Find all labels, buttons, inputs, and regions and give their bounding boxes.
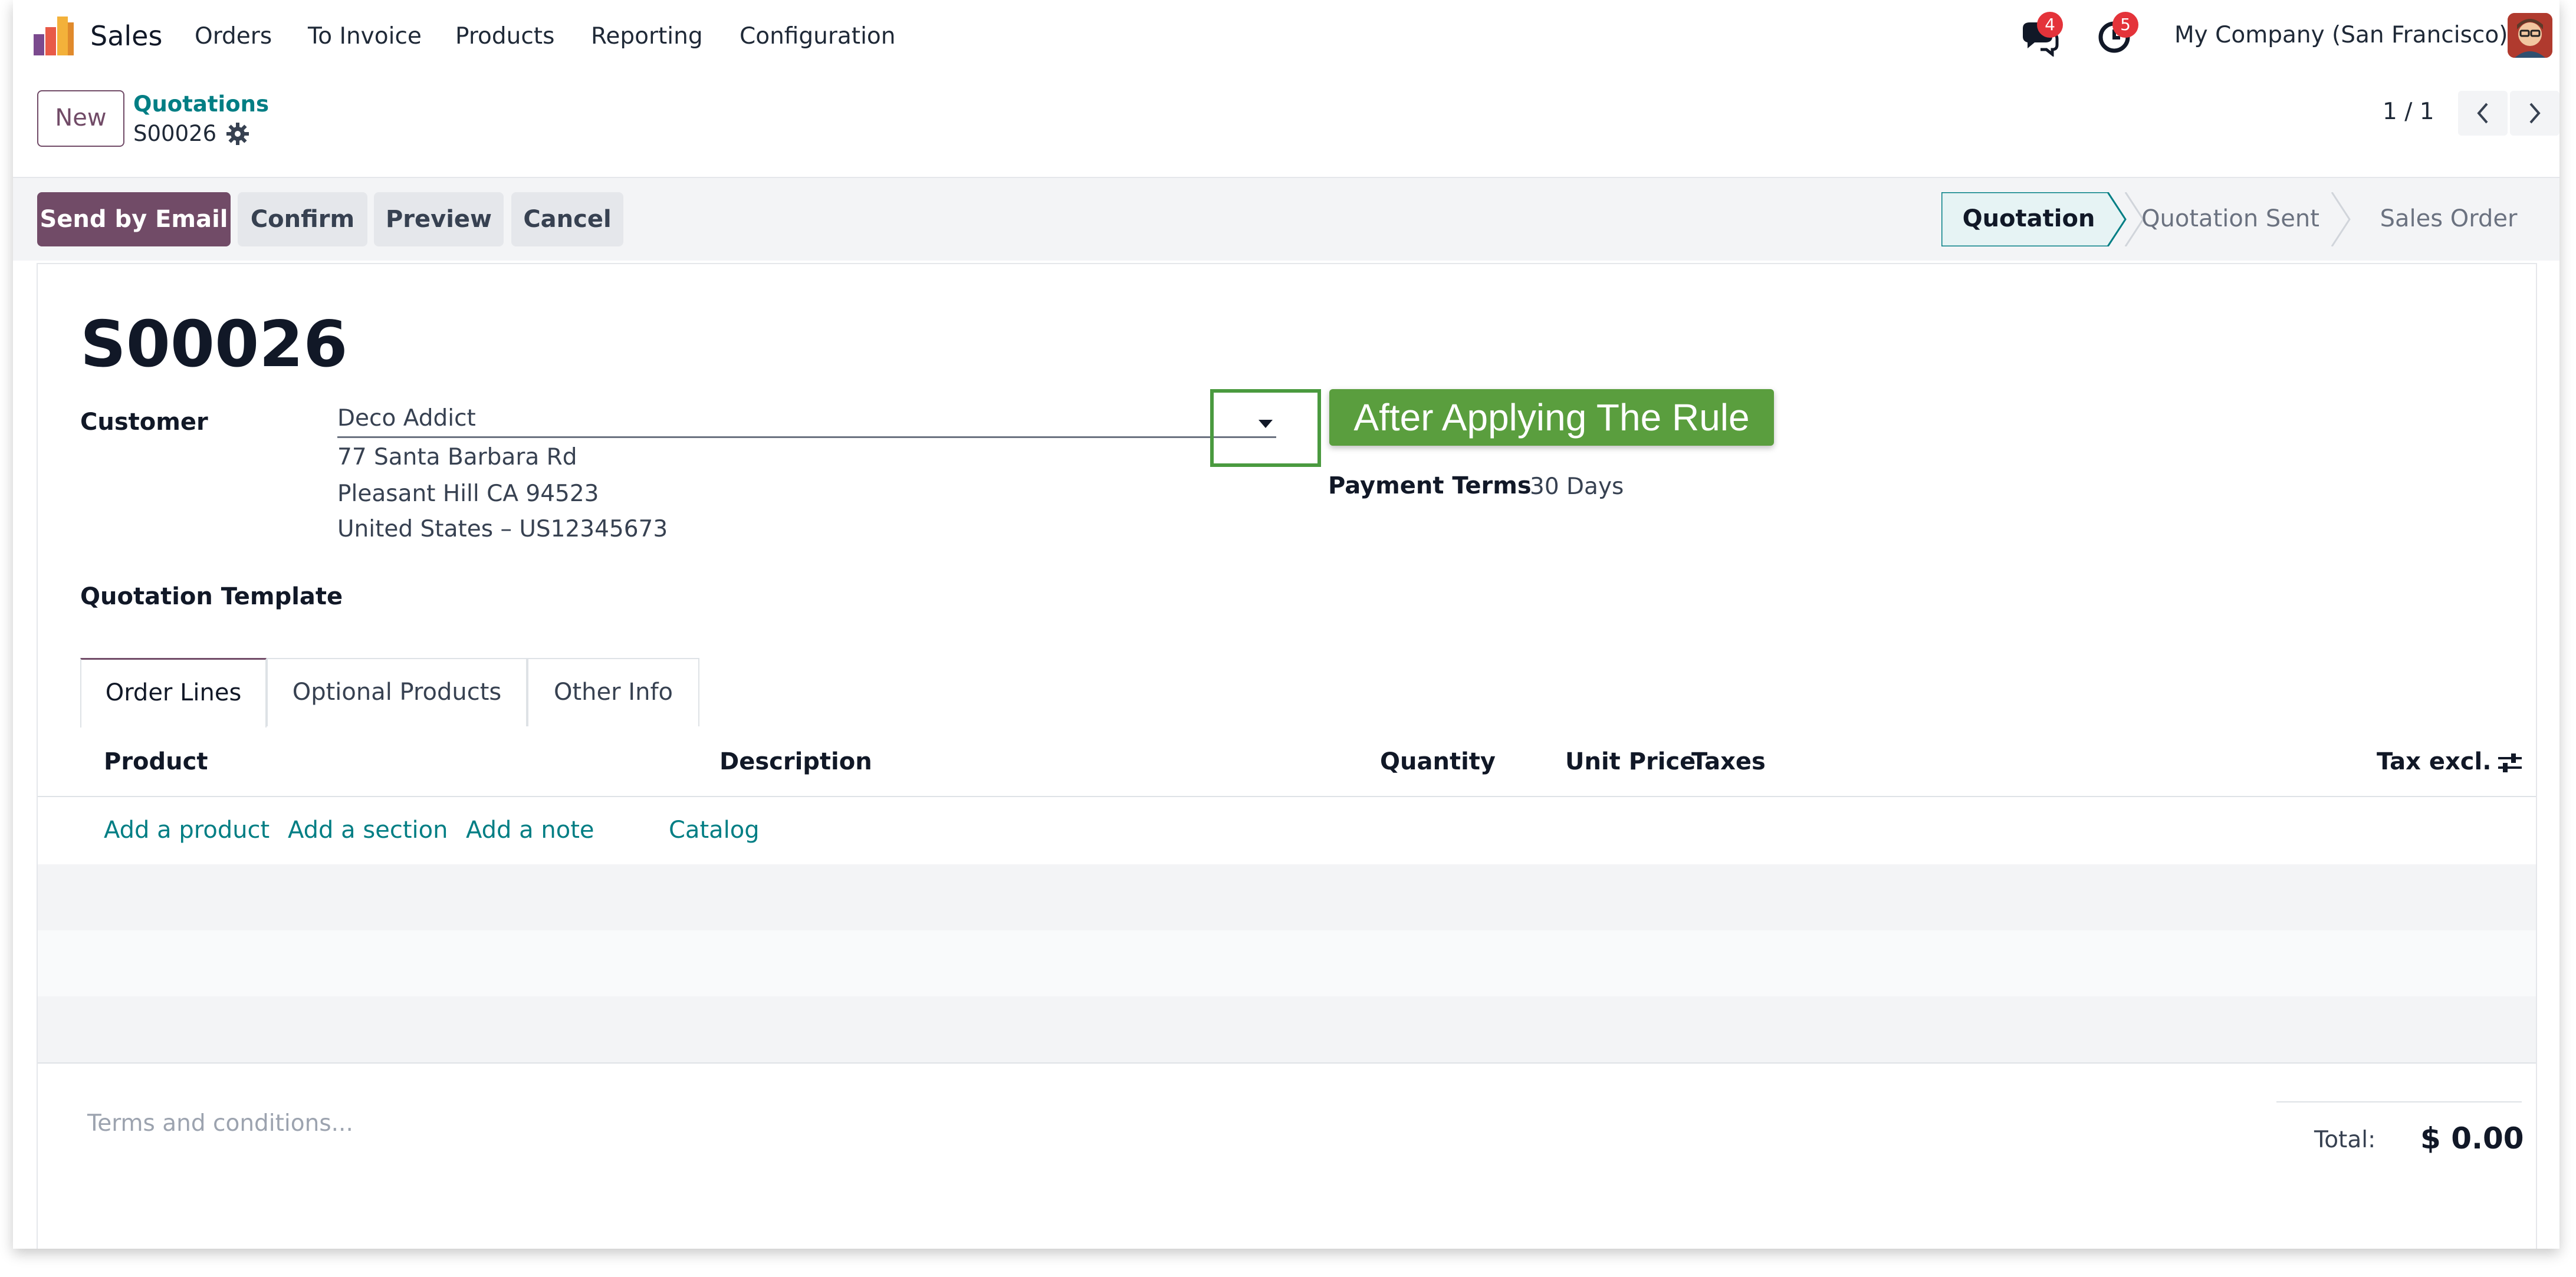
customer-value: Deco Addict xyxy=(337,405,476,432)
status-step-sales-order[interactable]: Sales Order xyxy=(2331,192,2518,246)
empty-row xyxy=(38,864,2536,932)
pager-next-button[interactable] xyxy=(2510,91,2559,136)
address-line-2: Pleasant Hill CA 94523 xyxy=(337,480,599,507)
catalog-link[interactable]: Catalog xyxy=(669,814,760,847)
add-line-row: Add a product Add a section Add a note C… xyxy=(38,796,2536,865)
tab-optional-products[interactable]: Optional Products xyxy=(267,658,527,726)
optional-columns-icon[interactable] xyxy=(2497,750,2523,776)
caret-down-icon[interactable] xyxy=(1257,419,1274,429)
app-window: Sales Orders To Invoice Products Reporti… xyxy=(13,0,2559,1249)
payment-terms-value[interactable]: 30 Days xyxy=(1530,470,1624,503)
control-panel: New Quotations S00026 1 / 1 xyxy=(13,72,2559,178)
empty-row xyxy=(38,930,2536,998)
user-avatar[interactable] xyxy=(2508,13,2552,58)
chevron-right-icon xyxy=(2529,103,2541,124)
top-navbar: Sales Orders To Invoice Products Reporti… xyxy=(13,0,2559,72)
total-value: $ 0.00 xyxy=(2420,1121,2524,1156)
quotation-template-label: Quotation Template xyxy=(80,583,343,610)
add-section-link[interactable]: Add a section xyxy=(288,814,448,847)
confirm-button[interactable]: Confirm xyxy=(238,192,367,246)
address-line-3: United States – US12345673 xyxy=(337,516,668,542)
add-note-link[interactable]: Add a note xyxy=(466,814,594,847)
annotation-label: After Applying The Rule xyxy=(1329,389,1774,446)
messages-button[interactable]: 4 xyxy=(2018,12,2063,58)
menu-reporting[interactable]: Reporting xyxy=(591,20,703,53)
tab-order-lines[interactable]: Order Lines xyxy=(80,658,267,729)
column-quantity[interactable]: Quantity xyxy=(1380,745,1496,778)
column-product[interactable]: Product xyxy=(104,745,208,778)
send-by-email-button[interactable]: Send by Email xyxy=(37,192,231,246)
sales-app-icon[interactable] xyxy=(34,17,76,55)
menu-orders[interactable]: Orders xyxy=(195,20,272,53)
messages-badge: 4 xyxy=(2037,12,2063,38)
record-title: S00026 xyxy=(80,308,348,381)
action-bar: Send by Email Confirm Preview Cancel Quo… xyxy=(13,178,2559,261)
menu-to-invoice[interactable]: To Invoice xyxy=(308,20,422,53)
empty-row xyxy=(38,996,2536,1064)
column-unit-price[interactable]: Unit Price xyxy=(1565,745,1696,778)
breadcrumb-quotations[interactable]: Quotations xyxy=(133,90,269,119)
payment-terms-label: Payment Terms xyxy=(1328,472,1532,499)
address-line-1: 77 Santa Barbara Rd xyxy=(337,444,577,470)
notebook-tabs: Order Lines Optional Products Other Info xyxy=(38,658,2536,729)
gear-icon[interactable] xyxy=(225,121,250,146)
company-switcher[interactable]: My Company (San Francisco) xyxy=(2174,19,2508,52)
preview-button[interactable]: Preview xyxy=(374,192,504,246)
total-divider xyxy=(2276,1101,2522,1102)
status-step-label: Quotation xyxy=(1963,205,2095,232)
status-step-label: Sales Order xyxy=(2380,205,2518,232)
activities-badge: 5 xyxy=(2112,12,2138,38)
form-sheet: S00026 Customer Deco Addict After Applyi… xyxy=(37,263,2537,1249)
status-step-quotation-sent[interactable]: Quotation Sent xyxy=(2124,192,2319,246)
pager-value[interactable]: 1 / 1 xyxy=(2383,96,2434,129)
add-product-link[interactable]: Add a product xyxy=(104,814,270,847)
avatar-image xyxy=(2508,13,2552,58)
status-step-label: Quotation Sent xyxy=(2141,205,2319,232)
column-tax-excl[interactable]: Tax excl. xyxy=(2377,745,2491,778)
new-button[interactable]: New xyxy=(37,90,124,147)
customer-input[interactable]: Deco Addict xyxy=(337,400,1276,438)
column-description[interactable]: Description xyxy=(719,745,872,778)
breadcrumb-current: S00026 xyxy=(133,121,217,146)
pager-previous-button[interactable] xyxy=(2458,91,2508,136)
terms-and-conditions-field[interactable]: Terms and conditions... xyxy=(87,1107,972,1140)
customer-label: Customer xyxy=(80,409,208,436)
status-bar: Quotation Quotation Sent Sales Order xyxy=(1941,192,2518,246)
activities-button[interactable]: 5 xyxy=(2094,12,2138,57)
total-label: Total: xyxy=(2314,1127,2376,1153)
cancel-button[interactable]: Cancel xyxy=(511,192,623,246)
app-name[interactable]: Sales xyxy=(90,18,162,54)
tab-other-info[interactable]: Other Info xyxy=(527,658,699,726)
status-step-quotation[interactable]: Quotation xyxy=(1941,192,2127,246)
chevron-left-icon xyxy=(2477,103,2488,124)
column-taxes[interactable]: Taxes xyxy=(1691,745,1766,778)
order-lines-header: Product Description Quantity Unit Price … xyxy=(38,728,2536,797)
menu-products[interactable]: Products xyxy=(455,20,554,53)
menu-configuration[interactable]: Configuration xyxy=(740,20,896,53)
